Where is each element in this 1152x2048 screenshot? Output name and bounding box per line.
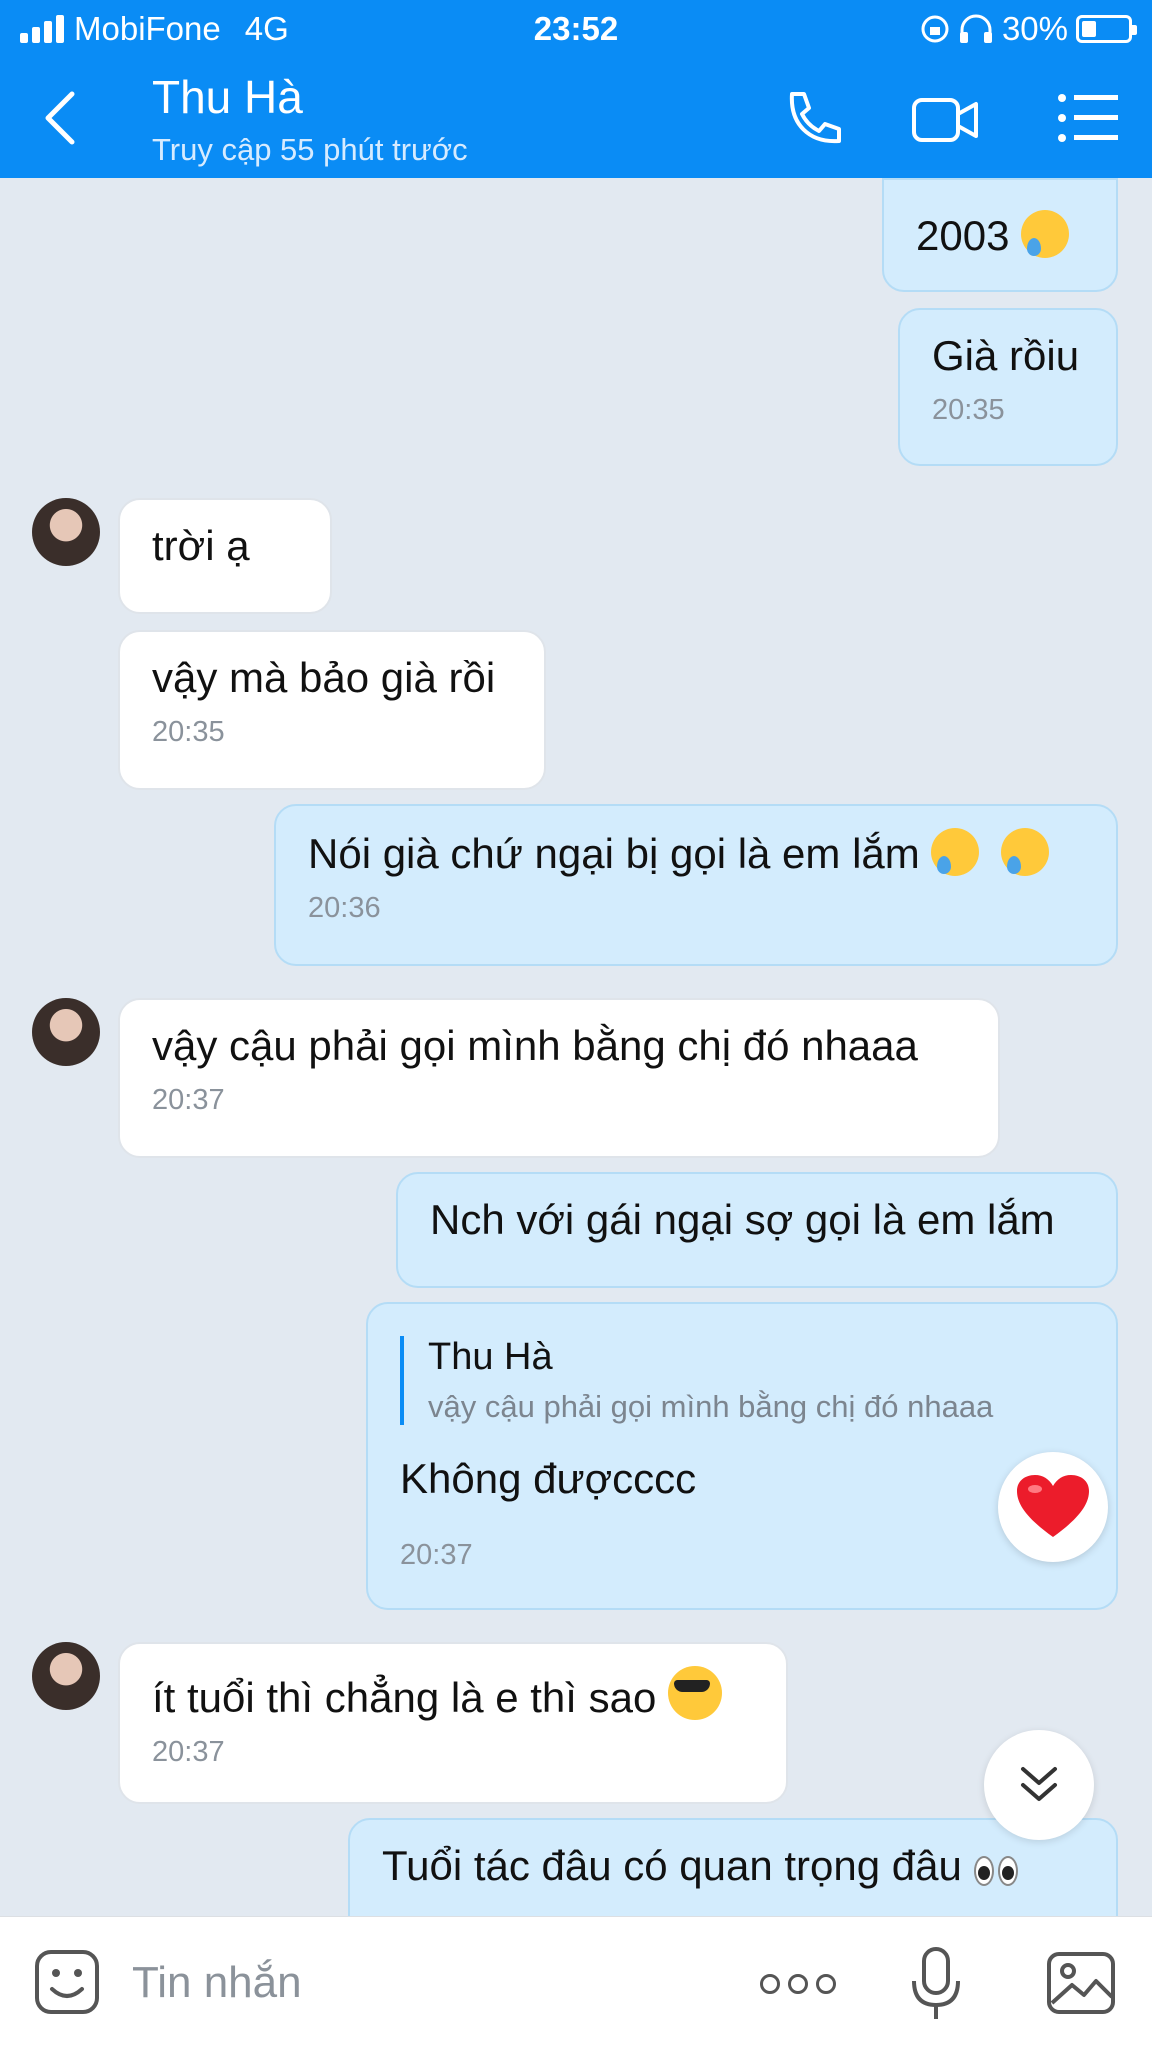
message-received[interactable]: trời ạ [118, 498, 332, 614]
heart-reaction-button[interactable] [998, 1452, 1108, 1562]
quoted-message[interactable]: Thu Hà vậy cậu phải gọi mình bằng chị đó… [400, 1336, 1084, 1425]
message-input-bar [0, 1916, 1152, 2048]
message-sent[interactable]: Già rồiu 20:35 [898, 308, 1118, 466]
quoted-sender: Thu Hà [428, 1336, 553, 1378]
message-text: Không đượcccc [400, 1455, 697, 1502]
heart-icon [1017, 1475, 1089, 1537]
message-time: 20:37 [152, 1084, 225, 1116]
message-time: 20:37 [400, 1539, 473, 1571]
avatar[interactable] [32, 998, 100, 1066]
contact-last-seen: Truy cập 55 phút trước [152, 132, 468, 167]
message-text: trời ạ [152, 522, 250, 569]
microphone-icon[interactable] [908, 1945, 964, 2023]
more-options-icon[interactable] [760, 1967, 840, 2001]
eyes-emoji-icon [973, 1856, 1018, 1886]
message-text: vậy mà bảo già rồi [152, 654, 496, 701]
headphones-icon [959, 14, 992, 43]
message-received[interactable]: ít tuổi thì chẳng là e thì sao 20:37 [118, 1642, 788, 1804]
double-chevron-down-icon [1021, 1767, 1057, 1801]
message-time: 20:36 [308, 892, 381, 924]
battery-icon [1076, 15, 1137, 43]
message-list[interactable]: 2003 Già rồiu 20:35 trời ạ vậy mà bảo gi… [0, 178, 1152, 1916]
menu-list-icon[interactable] [1056, 84, 1120, 154]
scroll-to-bottom-button[interactable] [984, 1730, 1094, 1840]
avatar[interactable] [32, 498, 100, 566]
quoted-text: vậy cậu phải gọi mình bằng chị đó nhaaa [428, 1389, 994, 1424]
message-text: Nói già chứ ngại bị gọi là em lắm [308, 830, 920, 877]
crying-face-emoji-icon [1021, 210, 1070, 258]
avatar[interactable] [32, 1642, 100, 1710]
message-time: 20:35 [152, 716, 225, 748]
message-text: 2003 [916, 212, 1010, 259]
message-input[interactable] [132, 1953, 692, 2013]
message-text: vậy cậu phải gọi mình bằng chị đó nhaaa [152, 1022, 918, 1069]
back-icon[interactable] [36, 88, 86, 148]
message-time: 20:35 [932, 394, 1005, 426]
message-text: ít tuổi thì chẳng là e thì sao [152, 1674, 657, 1721]
message-sent[interactable]: Tuổi tác đâu có quan trọng đâu [348, 1818, 1118, 1916]
sunglasses-emoji-icon [668, 1666, 722, 1720]
message-text: Nch với gái ngại sợ gọi là em lắm [430, 1196, 1055, 1243]
message-time: 20:37 [152, 1736, 225, 1768]
contact-name[interactable]: Thu Hà [152, 70, 303, 124]
message-sent[interactable]: Nói già chứ ngại bị gọi là em lắm 20:36 [274, 804, 1118, 966]
message-text: Tuổi tác đâu có quan trọng đâu [382, 1842, 962, 1889]
chat-header: MobiFone 4G 23:52 30% Thu Hà Truy cập 55… [0, 0, 1152, 178]
battery-percent: 30% [1001, 10, 1068, 47]
status-bar-right: 30% [920, 10, 1137, 48]
phone-call-icon[interactable] [776, 84, 846, 154]
crying-face-emoji-icon [1001, 828, 1050, 876]
message-received[interactable]: vậy cậu phải gọi mình bằng chị đó nhaaa … [118, 998, 1000, 1158]
message-text: Già rồiu [932, 332, 1080, 379]
sticker-smiley-icon[interactable] [34, 1949, 100, 2015]
image-gallery-icon[interactable] [1046, 1951, 1116, 2015]
message-sent[interactable]: 2003 [882, 178, 1118, 292]
crying-face-emoji-icon [931, 828, 980, 876]
message-sent-reply[interactable]: Thu Hà vậy cậu phải gọi mình bằng chị đó… [366, 1302, 1118, 1610]
orientation-lock-icon [921, 15, 949, 43]
message-sent[interactable]: Nch với gái ngại sợ gọi là em lắm [396, 1172, 1118, 1288]
video-call-icon[interactable] [910, 84, 980, 154]
message-received[interactable]: vậy mà bảo già rồi 20:35 [118, 630, 546, 790]
